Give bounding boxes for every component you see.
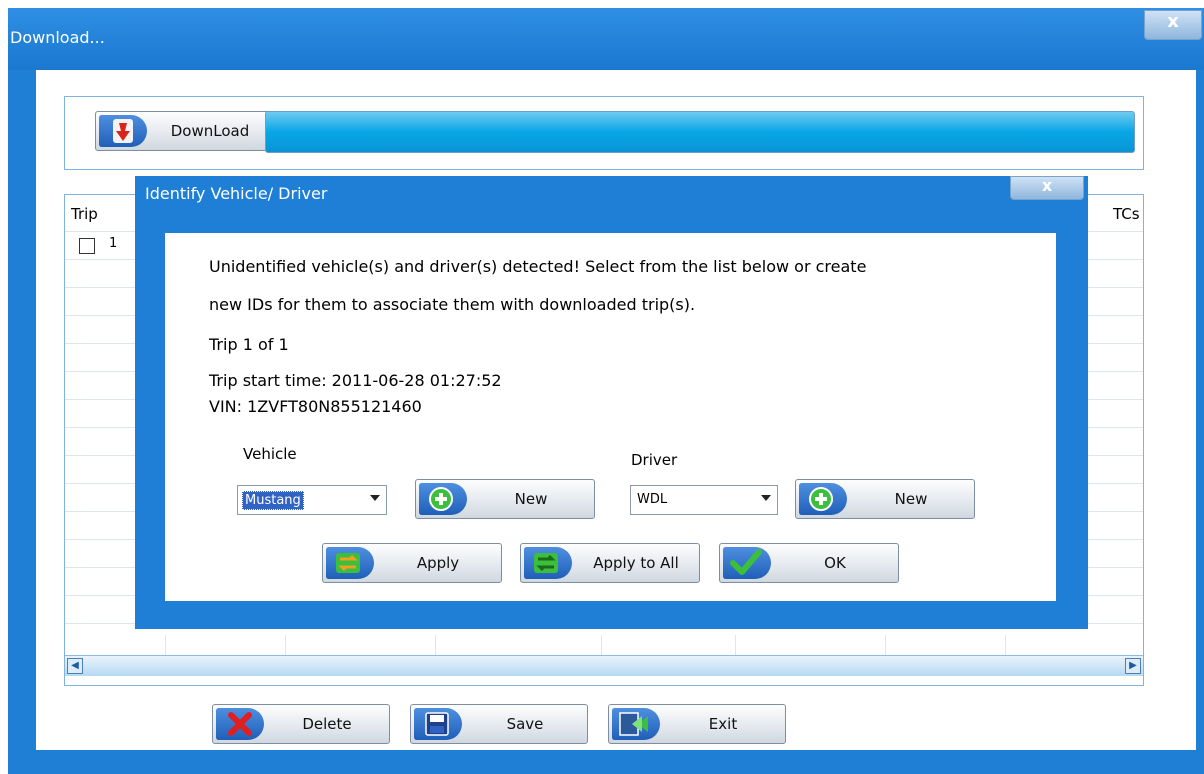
close-icon: x xyxy=(1041,176,1053,195)
vehicle-select[interactable]: Mustang xyxy=(237,485,387,515)
driver-select-value: WDL xyxy=(637,492,668,507)
delete-button[interactable]: Delete xyxy=(212,704,390,744)
close-icon: x xyxy=(1167,11,1179,32)
dialog-close-button[interactable]: x xyxy=(1010,176,1084,200)
plus-icon xyxy=(799,483,847,515)
apply-button-label: Apply xyxy=(416,554,460,572)
apply-to-all-button-label: Apply to All xyxy=(593,554,679,572)
delete-icon xyxy=(216,708,264,740)
vehicle-label: Vehicle xyxy=(243,445,297,463)
window-title: Download... xyxy=(10,28,105,47)
download-progress-bar xyxy=(265,111,1135,153)
apply-all-icon xyxy=(524,547,572,579)
chevron-down-icon xyxy=(761,495,771,501)
ok-button[interactable]: OK xyxy=(719,543,899,583)
new-driver-button-label: New xyxy=(894,490,928,508)
new-vehicle-button[interactable]: New xyxy=(415,479,595,519)
vehicle-select-value: Mustang xyxy=(242,491,304,510)
scroll-right-icon[interactable]: ▶ xyxy=(1125,658,1141,674)
new-driver-button[interactable]: New xyxy=(795,479,975,519)
trip-row-label: 1 xyxy=(109,236,118,251)
dialog-message-line2: new IDs for them to associate them with … xyxy=(209,295,696,314)
plus-icon xyxy=(419,483,467,515)
driver-label: Driver xyxy=(631,451,678,469)
download-button[interactable]: DownLoad xyxy=(95,111,273,151)
exit-icon xyxy=(612,708,660,740)
dialog-content: Unidentified vehicle(s) and driver(s) de… xyxy=(165,233,1056,601)
download-group: DownLoad xyxy=(64,96,1144,170)
scroll-left-icon[interactable]: ◀ xyxy=(67,658,83,674)
ok-button-label: OK xyxy=(824,554,846,572)
apply-to-all-button[interactable]: Apply to All xyxy=(520,543,700,583)
apply-icon xyxy=(326,547,374,579)
exit-button[interactable]: Exit xyxy=(608,704,786,744)
save-button[interactable]: Save xyxy=(410,704,588,744)
driver-select[interactable]: WDL xyxy=(630,485,778,515)
window-close-button[interactable]: x xyxy=(1144,10,1202,40)
delete-button-label: Delete xyxy=(302,715,352,733)
trip-row-checkbox[interactable] xyxy=(79,238,95,254)
dialog-title: Identify Vehicle/ Driver xyxy=(145,184,328,203)
column-header-trip: Trip xyxy=(71,205,98,223)
trip-counter: Trip 1 of 1 xyxy=(209,335,289,354)
vin-text: VIN: 1ZVFT80N855121460 xyxy=(209,397,422,416)
horizontal-scrollbar[interactable]: ◀ ▶ xyxy=(65,655,1143,676)
new-vehicle-button-label: New xyxy=(514,490,548,508)
save-button-label: Save xyxy=(506,715,544,733)
checkmark-icon xyxy=(723,547,771,579)
identify-vehicle-driver-dialog: Identify Vehicle/ Driver x Unidentified … xyxy=(135,176,1088,629)
trip-start-time: Trip start time: 2011-06-28 01:27:52 xyxy=(209,371,502,390)
exit-button-label: Exit xyxy=(708,715,738,733)
chevron-down-icon xyxy=(370,495,380,501)
save-icon xyxy=(414,708,462,740)
download-icon xyxy=(99,115,147,147)
window-title-bar[interactable]: Download... x xyxy=(8,8,1204,70)
dialog-message-line1: Unidentified vehicle(s) and driver(s) de… xyxy=(209,257,867,276)
apply-button[interactable]: Apply xyxy=(322,543,502,583)
download-button-label: DownLoad xyxy=(170,122,250,140)
column-header-dtcs: TCs xyxy=(1113,205,1140,223)
